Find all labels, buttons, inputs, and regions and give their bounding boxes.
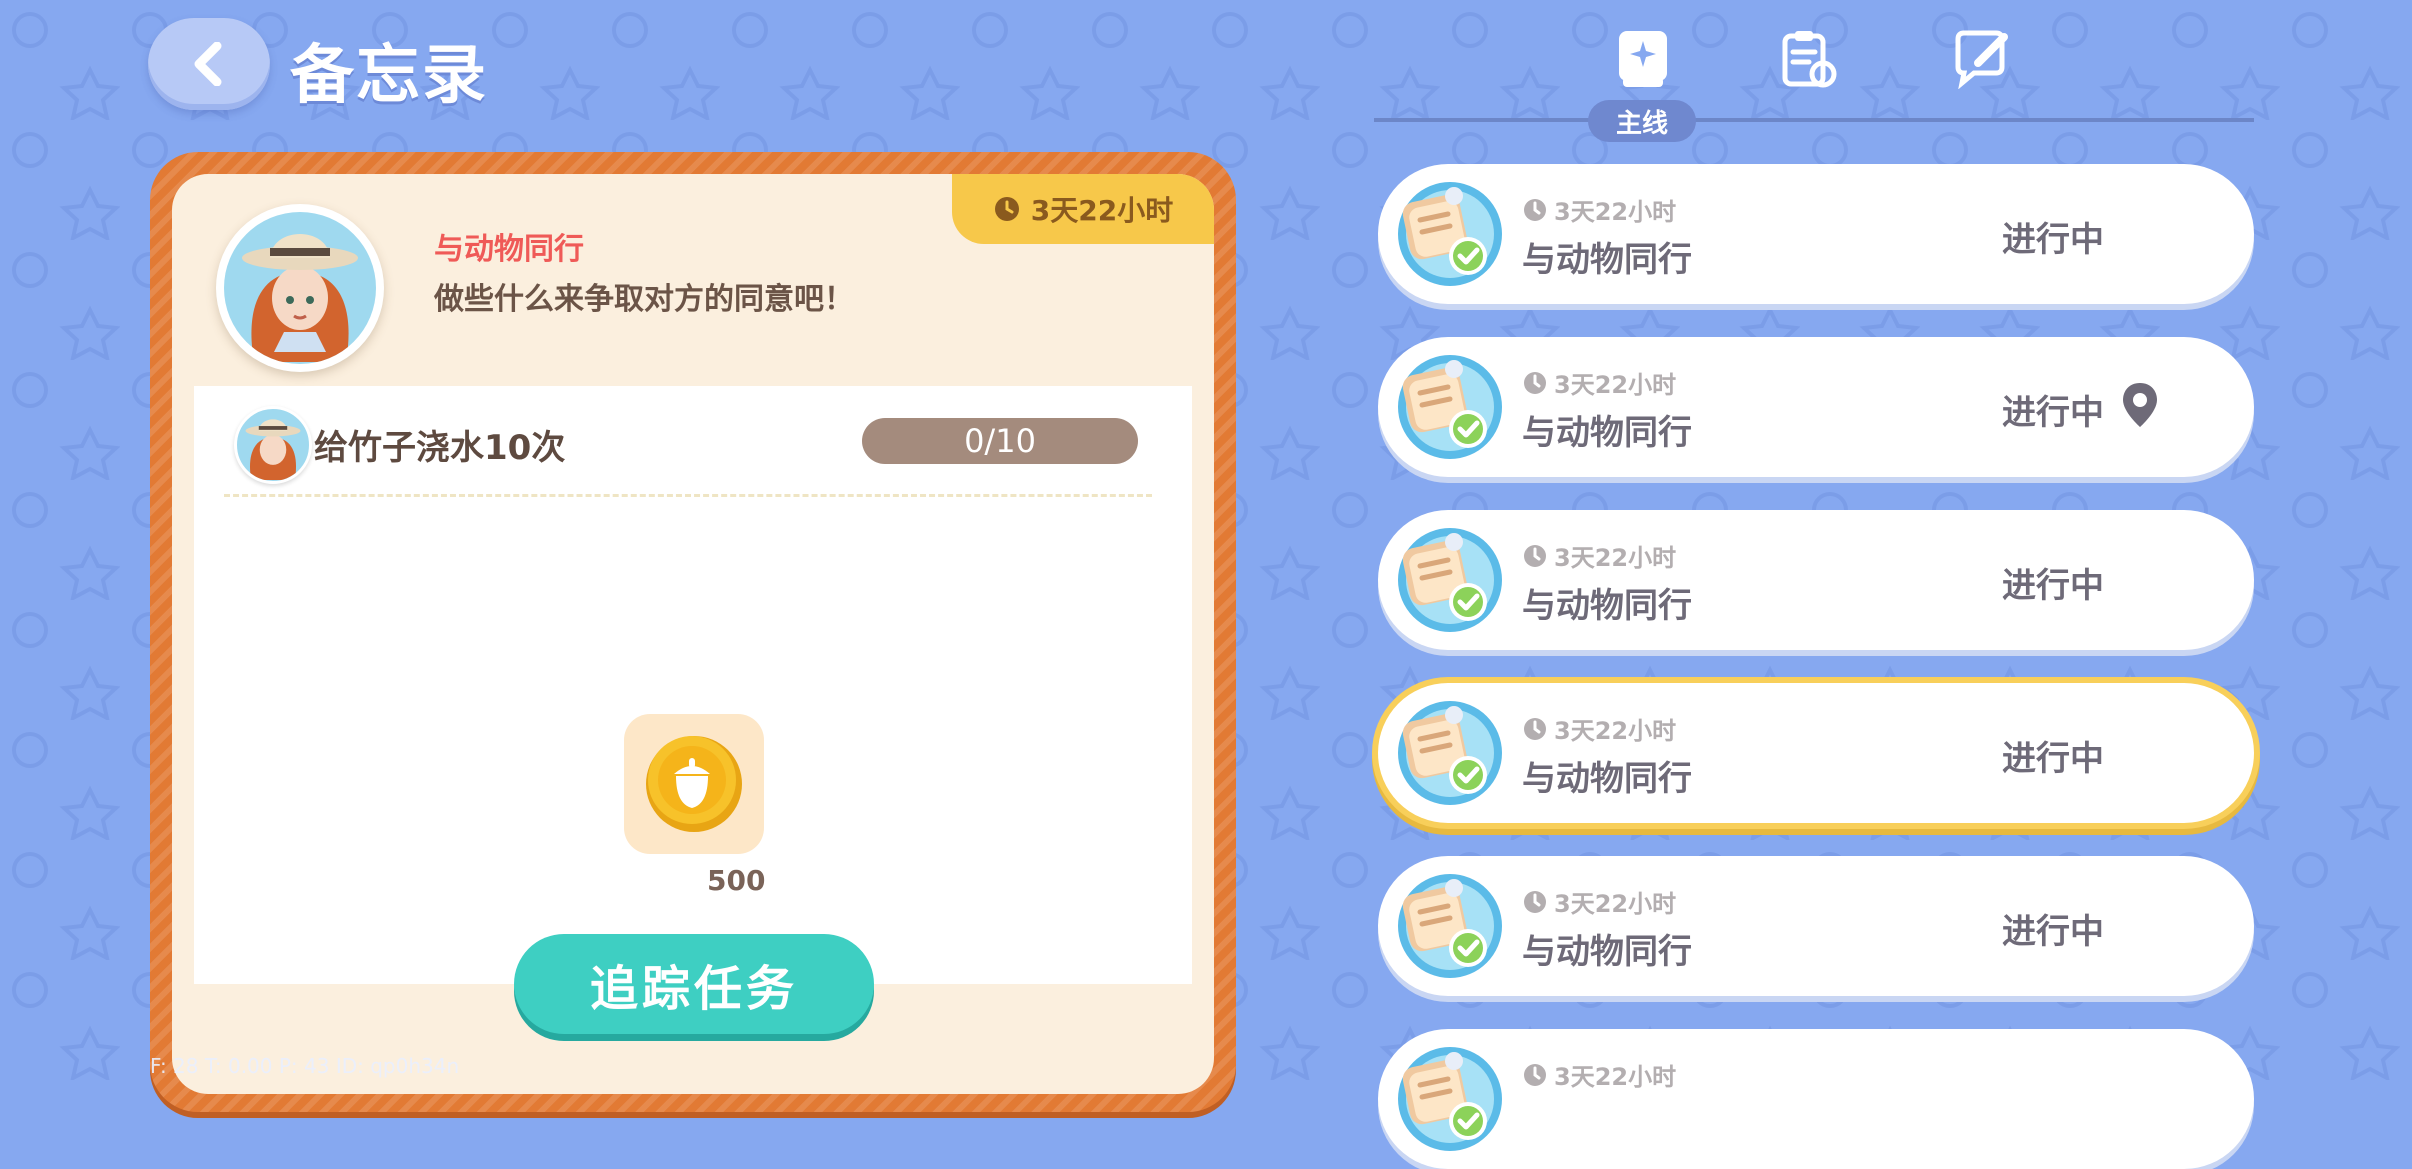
task-divider bbox=[224, 494, 1152, 497]
quest-list-time-text: 3天22小时 bbox=[1554, 1063, 1677, 1091]
acorn-coin-icon bbox=[646, 736, 742, 832]
quest-note-icon bbox=[1394, 524, 1506, 636]
quest-list-item[interactable]: 3天22小时 与动物同行 进行中 bbox=[1378, 856, 2254, 996]
quest-list-name: 与动物同行 bbox=[1522, 759, 1692, 799]
npc-avatar bbox=[216, 204, 384, 372]
quest-list-item[interactable]: 3天22小时 与动物同行 进行中 bbox=[1378, 683, 2254, 823]
page-title: 备忘录 bbox=[290, 39, 488, 113]
quest-description: 做些什么来争取对方的同意吧！ bbox=[434, 282, 854, 317]
clock-icon bbox=[1524, 198, 1546, 221]
quest-list-time: 3天22小时 bbox=[1522, 365, 1676, 400]
task-npc-avatar bbox=[234, 406, 312, 484]
chat-edit-tab-icon bbox=[1955, 30, 2008, 89]
quest-list-time-text: 3天22小时 bbox=[1554, 717, 1677, 745]
quest-list-time-text: 3天22小时 bbox=[1554, 544, 1677, 572]
quest-list-status: 进行中 bbox=[2002, 566, 2104, 606]
quest-time-left: 3天22小时 bbox=[1030, 194, 1174, 227]
back-button[interactable] bbox=[148, 18, 270, 110]
quest-list-time-text: 3天22小时 bbox=[1554, 371, 1677, 399]
quest-list-time: 3天22小时 bbox=[1522, 711, 1676, 746]
clock-icon bbox=[994, 197, 1019, 221]
quest-list-time: 3天22小时 bbox=[1522, 1057, 1676, 1092]
quest-list-item[interactable]: 3天22小时 与动物同行 进行中 bbox=[1378, 510, 2254, 650]
quest-list-name: 与动物同行 bbox=[1522, 240, 1692, 280]
location-pin-icon[interactable] bbox=[2120, 381, 2160, 431]
tab-main-quest-label: 主线 bbox=[1588, 100, 1696, 142]
quest-list-time: 3天22小时 bbox=[1522, 192, 1676, 227]
quest-list-item[interactable]: 3天22小时 bbox=[1378, 1029, 2254, 1169]
tab-side-quest[interactable] bbox=[1774, 24, 1844, 94]
quest-list-name: 与动物同行 bbox=[1522, 932, 1692, 972]
clock-icon bbox=[1524, 371, 1546, 394]
tab-main-quest[interactable] bbox=[1608, 24, 1678, 94]
task-row: 给竹子浇水10次 0/10 bbox=[194, 386, 1192, 497]
back-arrow-icon bbox=[194, 42, 222, 86]
npc-portrait-icon bbox=[242, 234, 358, 362]
clock-icon bbox=[1524, 890, 1546, 913]
quest-note-icon bbox=[1394, 870, 1506, 982]
quest-name: 与动物同行 bbox=[434, 232, 584, 267]
reward-item[interactable] bbox=[624, 714, 764, 854]
quest-list-status: 进行中 bbox=[2002, 220, 2104, 260]
clock-icon bbox=[1524, 1063, 1546, 1086]
quest-note-icon bbox=[1394, 178, 1506, 290]
task-progress: 0/10 bbox=[862, 418, 1138, 464]
quest-list-time: 3天22小时 bbox=[1522, 884, 1676, 919]
reward-count: 500 bbox=[707, 864, 766, 897]
debug-info: F: 28 T: 0.00 P: 43 ID: qp0h34n bbox=[150, 1054, 460, 1078]
quest-list-time: 3天22小时 bbox=[1522, 538, 1676, 573]
quest-list-name: 与动物同行 bbox=[1522, 413, 1692, 453]
quest-list-time-text: 3天22小时 bbox=[1554, 890, 1677, 918]
tab-other[interactable] bbox=[1948, 24, 2018, 94]
task-list: 给竹子浇水10次 0/10 bbox=[194, 386, 1192, 984]
quest-note-icon bbox=[1394, 1043, 1506, 1155]
task-text: 给竹子浇水10次 bbox=[314, 428, 566, 468]
quest-list-item[interactable]: 3天22小时 与动物同行 进行中 bbox=[1378, 337, 2254, 477]
quest-list-status: 进行中 bbox=[2002, 912, 2104, 952]
quest-list-status: 进行中 bbox=[2002, 739, 2104, 779]
clock-icon bbox=[1524, 544, 1546, 567]
main-quest-tab-icon bbox=[1619, 31, 1667, 87]
quest-list-time-text: 3天22小时 bbox=[1554, 198, 1677, 226]
clock-icon bbox=[1524, 717, 1546, 740]
quest-time-tag: 3天22小时 bbox=[952, 174, 1214, 244]
quest-note-icon bbox=[1394, 351, 1506, 463]
quest-list-name: 与动物同行 bbox=[1522, 586, 1692, 626]
quest-list-item[interactable]: 3天22小时 与动物同行 进行中 bbox=[1378, 164, 2254, 304]
quest-list-status: 进行中 bbox=[2002, 393, 2104, 433]
tab-bar-divider bbox=[1374, 118, 2254, 122]
npc-portrait-small-icon bbox=[245, 419, 301, 481]
clipboard-refresh-tab-icon bbox=[1782, 31, 1837, 88]
quest-note-icon bbox=[1394, 697, 1506, 809]
track-quest-button[interactable]: 追踪任务 bbox=[514, 934, 874, 1034]
